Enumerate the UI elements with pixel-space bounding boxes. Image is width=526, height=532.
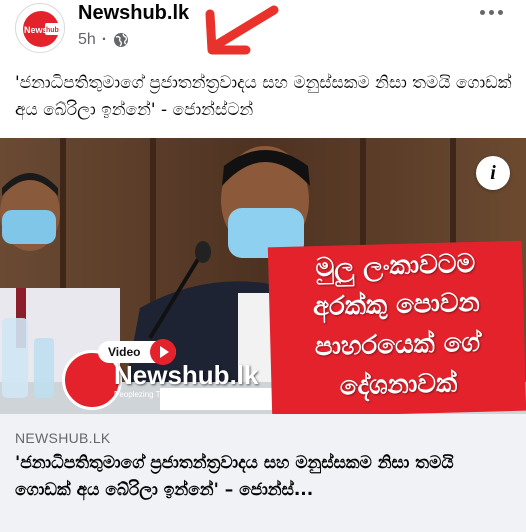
- link-domain: NEWSHUB.LK: [15, 430, 111, 446]
- headline-line-1: මුලු ලංකාවටම: [315, 248, 476, 284]
- more-options-icon: [480, 10, 485, 15]
- more-options-button[interactable]: [476, 0, 508, 24]
- post-time[interactable]: 5h: [78, 31, 96, 49]
- svg-text:hub: hub: [46, 27, 59, 34]
- svg-text:News: News: [24, 25, 48, 35]
- annotation-arrow-icon: [205, 5, 279, 55]
- video-label: Video: [108, 345, 141, 359]
- page-avatar[interactable]: News hub: [15, 3, 65, 53]
- watermark-brand: Newshub.lk: [114, 360, 259, 390]
- play-icon: [150, 339, 176, 365]
- watermark-tagline: Peoplezing The News: [114, 390, 192, 399]
- info-icon[interactable]: i: [476, 156, 510, 190]
- link-title[interactable]: 'ජනාධිපතිතුමාගේ ප්‍රජාතන්ත්‍රවාදය සහ මනු…: [15, 450, 515, 504]
- newshub-logo-icon: News hub: [17, 5, 64, 52]
- headline-line-3: පාහරයෙක් ගේ: [314, 327, 481, 363]
- globe-icon: [114, 33, 129, 47]
- more-dot: [489, 10, 494, 15]
- video-badge: Video: [98, 339, 176, 365]
- headline-line-4: දේශනාවක්: [339, 368, 458, 402]
- meta-separator: ·: [101, 31, 108, 48]
- link-preview[interactable]: NEWSHUB.LK 'ජනාධිපතිතුමාගේ ප්‍රජාතන්ත්‍ර…: [0, 414, 526, 532]
- headline-overlay: මුලු ලංකාවටම අරක්කු පොවන පාහරයෙක් ගේ දේශ…: [267, 240, 526, 414]
- post-meta: 5h ·: [78, 31, 129, 49]
- post-caption: 'ජනාධිපතිතුමාගේ ප්‍රජාතන්ත්‍රවාදය සහ මනු…: [15, 73, 512, 120]
- post-image[interactable]: i මුලු ලංකාවටම අරක්කු පොවන පාහරයෙක් ගේ ද…: [0, 138, 526, 414]
- headline-line-2: අරක්කු පොවන: [312, 287, 481, 323]
- page-name-link[interactable]: Newshub.lk: [78, 2, 189, 25]
- more-dot: [498, 10, 503, 15]
